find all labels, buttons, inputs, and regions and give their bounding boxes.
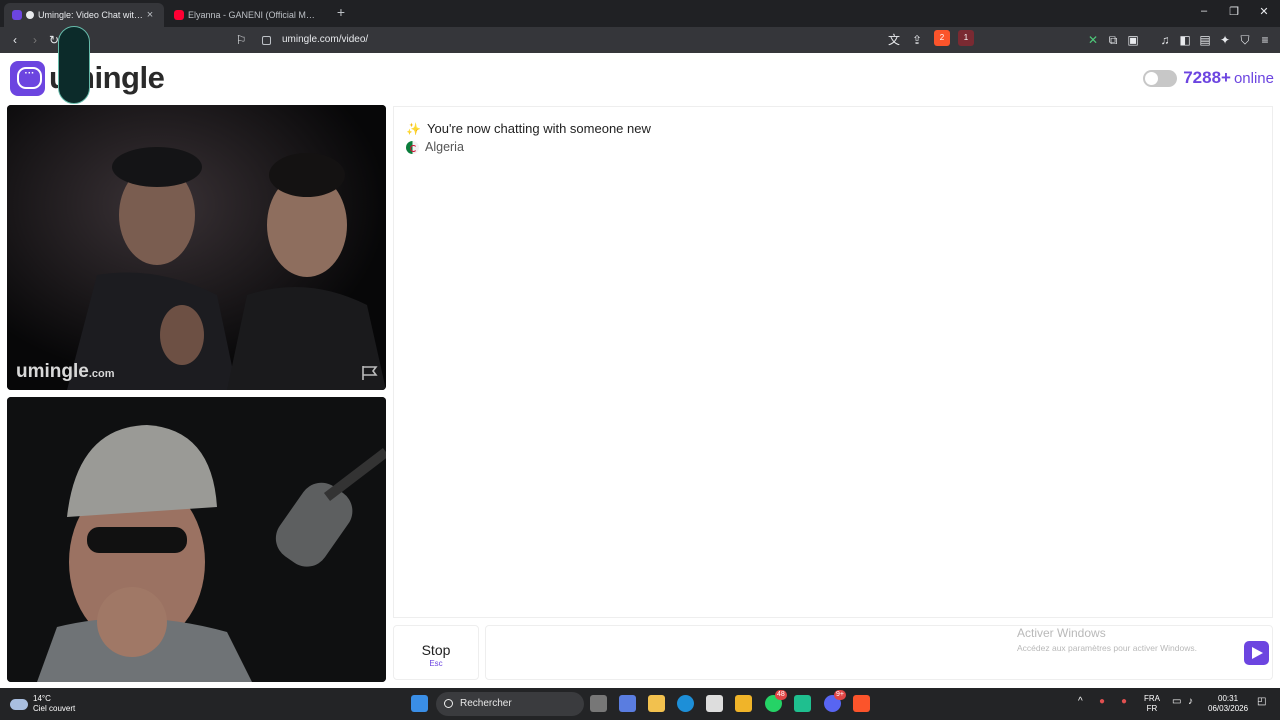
vpn-icon[interactable]: ⛉: [1238, 33, 1252, 47]
bookmark-icon[interactable]: ⚐: [234, 33, 248, 47]
chat-bubble-icon: [10, 60, 45, 96]
extensions-icon[interactable]: ⧉: [1106, 33, 1120, 47]
file-explorer-icon[interactable]: [648, 695, 665, 712]
task-view-icon[interactable]: [590, 695, 607, 712]
leo-ai-icon[interactable]: ✦: [1218, 33, 1232, 47]
windows-taskbar: 14°C Ciel couvert Rechercher 48 9+ ^ ● ●…: [0, 688, 1280, 720]
taskbar-search[interactable]: Rechercher: [436, 692, 584, 716]
stop-button-label: Stop: [421, 642, 451, 658]
close-window-button[interactable]: ✕: [1257, 5, 1271, 18]
stream-emblem-overlay: [58, 26, 90, 104]
local-video: [7, 397, 386, 682]
microphone-icon[interactable]: ●: [1121, 697, 1127, 707]
lang-top: FRA: [1144, 694, 1160, 703]
tab-umingle[interactable]: Umingle: Video Chat with Str ×: [4, 3, 164, 27]
activation-subtitle: Accédez aux paramètres pour activer Wind…: [1017, 643, 1197, 653]
close-tab-icon[interactable]: ×: [144, 9, 156, 21]
tab-title: Umingle: Video Chat with Str: [38, 10, 144, 20]
windows-activation-watermark: Activer Windows Accédez aux paramètres p…: [1017, 626, 1197, 653]
media-controls-icon[interactable]: ♫: [1158, 33, 1172, 47]
remote-video-feed: [7, 105, 386, 390]
start-menu-icon[interactable]: [411, 695, 428, 712]
volume-icon[interactable]: ♪: [1188, 697, 1193, 707]
online-count: 7288+: [1183, 68, 1231, 87]
browser-toolbar: ‹ › ↻ ⚐ umingle.com/video/ 文 ⇪ 2 1 ✕ ⧉ ▣…: [0, 27, 1280, 53]
copilot-icon[interactable]: [619, 695, 636, 712]
lang-bottom: FR: [1146, 704, 1158, 713]
browser-tabstrip: Umingle: Video Chat with Str × Elyanna -…: [0, 0, 1280, 27]
new-tab-button[interactable]: +: [334, 5, 348, 19]
brave-shields-icon[interactable]: 2: [934, 30, 950, 46]
chat-status: ✨ You're now chatting with someone new: [406, 121, 651, 136]
tray-app-icon[interactable]: ●: [1099, 697, 1105, 707]
tab-youtube[interactable]: Elyanna - GANENI (Official Music Vid: [166, 3, 326, 27]
minimize-button[interactable]: –: [1197, 5, 1211, 17]
brave-icon[interactable]: [853, 695, 870, 712]
search-icon: [444, 699, 453, 708]
weather-temp: 14°C: [33, 694, 51, 703]
address-bar[interactable]: umingle.com/video/: [256, 30, 976, 50]
menu-icon[interactable]: ≡: [1258, 33, 1272, 47]
tab-manager-icon[interactable]: ▣: [1126, 33, 1140, 47]
app-icon[interactable]: [735, 695, 752, 712]
partner-country: Algeria: [406, 140, 464, 154]
extension-x-icon[interactable]: ✕: [1086, 33, 1100, 47]
youtube-favicon-icon: [174, 10, 184, 20]
sparkle-icon: ✨: [406, 121, 421, 136]
send-button[interactable]: [1244, 641, 1269, 665]
remote-video: umingle.com: [7, 105, 386, 390]
forward-icon[interactable]: ›: [28, 33, 42, 47]
sidebar-icon[interactable]: ◧: [1178, 33, 1192, 47]
country-name: Algeria: [425, 140, 464, 154]
share-icon[interactable]: ⇪: [910, 33, 924, 47]
online-label: online: [1233, 69, 1274, 87]
local-video-feed: [7, 397, 386, 682]
edge-icon[interactable]: [677, 695, 694, 712]
clock[interactable]: 00:31 06/03/2026: [1208, 694, 1248, 714]
brave-rewards-icon[interactable]: 1: [958, 30, 974, 46]
translate-icon[interactable]: 文: [887, 33, 901, 47]
wallet-icon[interactable]: ▤: [1198, 33, 1212, 47]
store-icon[interactable]: [706, 695, 723, 712]
app-green-icon[interactable]: [794, 695, 811, 712]
tab-title: Elyanna - GANENI (Official Music Vid: [188, 10, 318, 20]
audio-icon: [26, 11, 34, 19]
report-flag-icon[interactable]: [361, 365, 379, 381]
url-text: umingle.com/video/: [282, 34, 369, 45]
discord-badge: 9+: [834, 690, 846, 700]
activation-title: Activer Windows: [1017, 626, 1106, 640]
restore-button[interactable]: ❐: [1227, 5, 1241, 18]
weather-widget[interactable]: 14°C Ciel couvert: [10, 694, 75, 714]
stop-shortcut: Esc: [429, 659, 443, 668]
dark-mode-toggle[interactable]: [1143, 69, 1178, 87]
cloud-icon: [10, 698, 28, 710]
chat-panel: ✨ You're now chatting with someone new A…: [393, 106, 1273, 618]
weather-desc: Ciel couvert: [33, 704, 76, 713]
umingle-watermark: umingle.com: [16, 361, 115, 382]
umingle-favicon-icon: [12, 10, 22, 20]
clock-time: 00:31: [1218, 694, 1239, 703]
algeria-flag-icon: [406, 140, 419, 154]
tray-chevron-icon[interactable]: ^: [1078, 697, 1083, 707]
stop-button[interactable]: Stop Esc: [393, 625, 479, 680]
language-indicator[interactable]: FRA FR: [1144, 694, 1160, 714]
whatsapp-badge: 48: [775, 690, 787, 700]
network-icon[interactable]: ▭: [1172, 697, 1181, 707]
chat-status-text: You're now chatting with someone new: [427, 121, 651, 136]
search-label: Rechercher: [460, 698, 512, 709]
site-info-icon[interactable]: [262, 36, 271, 45]
notifications-icon[interactable]: ◰: [1257, 697, 1266, 707]
online-indicator: 7288+ online: [1143, 68, 1274, 88]
clock-date: 06/03/2026: [1208, 704, 1249, 713]
back-icon[interactable]: ‹: [8, 33, 22, 47]
